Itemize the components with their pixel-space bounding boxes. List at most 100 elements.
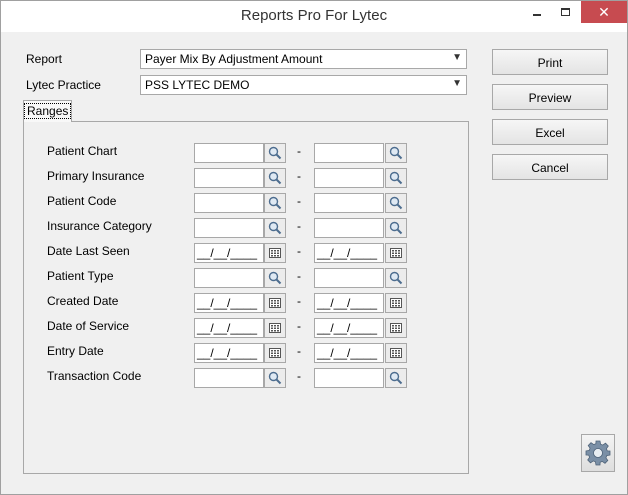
print-button[interactable]: Print xyxy=(492,49,608,75)
calendar-icon xyxy=(390,323,402,333)
range-to-insurance-category-lookup[interactable] xyxy=(385,218,407,238)
range-to-patient-chart[interactable] xyxy=(314,143,384,163)
range-from-primary-insurance-lookup[interactable] xyxy=(264,168,286,188)
search-icon xyxy=(389,196,403,210)
range-label-date-last-seen: Date Last Seen xyxy=(47,244,130,258)
range-to-date-of-service[interactable]: __/__/____ xyxy=(314,318,384,338)
range-label-insurance-category: Insurance Category xyxy=(47,219,152,233)
search-icon xyxy=(268,221,282,235)
maximize-button[interactable] xyxy=(550,1,580,23)
tab-ranges-label: Ranges xyxy=(24,103,72,119)
range-label-patient-code: Patient Code xyxy=(47,194,117,208)
cancel-button-label: Cancel xyxy=(531,161,569,175)
range-from-date-last-seen[interactable]: __/__/____ xyxy=(194,243,264,263)
range-to-patient-code[interactable] xyxy=(314,193,384,213)
range-to-transaction-code-lookup[interactable] xyxy=(385,368,407,388)
search-icon xyxy=(268,171,282,185)
calendar-icon xyxy=(390,248,402,258)
range-to-date-of-service-lookup[interactable] xyxy=(385,318,407,338)
range-label-patient-chart: Patient Chart xyxy=(47,144,118,158)
gear-icon xyxy=(585,440,611,466)
range-from-patient-chart-lookup[interactable] xyxy=(264,143,286,163)
range-from-patient-code[interactable] xyxy=(194,193,264,213)
range-to-primary-insurance-lookup[interactable] xyxy=(385,168,407,188)
settings-button[interactable] xyxy=(581,434,615,472)
excel-button[interactable]: Excel xyxy=(492,119,608,145)
range-label-date-of-service: Date of Service xyxy=(47,319,130,333)
range-to-date-last-seen[interactable]: __/__/____ xyxy=(314,243,384,263)
search-icon xyxy=(268,196,282,210)
report-select[interactable]: Payer Mix By Adjustment Amount ▼ xyxy=(140,49,467,69)
range-from-entry-date[interactable]: __/__/____ xyxy=(194,343,264,363)
maximize-icon xyxy=(560,8,570,16)
range-separator: - xyxy=(297,294,301,308)
practice-select-value: PSS LYTEC DEMO xyxy=(145,78,250,92)
search-icon xyxy=(268,146,282,160)
tab-ranges[interactable]: Ranges xyxy=(23,100,72,122)
minimize-button[interactable] xyxy=(522,1,552,23)
range-label-entry-date: Entry Date xyxy=(47,344,104,358)
excel-button-label: Excel xyxy=(535,126,565,140)
chevron-down-icon: ▼ xyxy=(452,52,462,63)
range-from-patient-chart[interactable] xyxy=(194,143,264,163)
range-separator: - xyxy=(297,269,301,283)
range-from-insurance-category-lookup[interactable] xyxy=(264,218,286,238)
report-select-value: Payer Mix By Adjustment Amount xyxy=(145,52,323,66)
range-to-created-date[interactable]: __/__/____ xyxy=(314,293,384,313)
title-bar[interactable]: Reports Pro For Lytec ✕ xyxy=(1,1,627,32)
range-from-patient-type-lookup[interactable] xyxy=(264,268,286,288)
range-from-transaction-code[interactable] xyxy=(194,368,264,388)
range-label-transaction-code: Transaction Code xyxy=(47,369,142,383)
cancel-button[interactable]: Cancel xyxy=(492,154,608,180)
range-separator: - xyxy=(297,244,301,258)
range-to-transaction-code[interactable] xyxy=(314,368,384,388)
range-from-date-of-service-lookup[interactable] xyxy=(264,318,286,338)
range-separator: - xyxy=(297,219,301,233)
range-to-primary-insurance[interactable] xyxy=(314,168,384,188)
range-to-date-last-seen-lookup[interactable] xyxy=(385,243,407,263)
calendar-icon xyxy=(269,348,281,358)
range-from-transaction-code-lookup[interactable] xyxy=(264,368,286,388)
range-separator: - xyxy=(297,344,301,358)
search-icon xyxy=(389,171,403,185)
range-to-entry-date[interactable]: __/__/____ xyxy=(314,343,384,363)
range-to-patient-type[interactable] xyxy=(314,268,384,288)
range-to-patient-chart-lookup[interactable] xyxy=(385,143,407,163)
minimize-icon xyxy=(533,14,541,16)
range-from-created-date[interactable]: __/__/____ xyxy=(194,293,264,313)
range-separator: - xyxy=(297,169,301,183)
range-separator: - xyxy=(297,144,301,158)
calendar-icon xyxy=(269,323,281,333)
range-separator: - xyxy=(297,194,301,208)
close-button[interactable]: ✕ xyxy=(581,1,627,23)
search-icon xyxy=(268,371,282,385)
range-separator: - xyxy=(297,369,301,383)
report-window: Reports Pro For Lytec ✕ Report Payer Mix… xyxy=(0,0,628,495)
calendar-icon xyxy=(390,348,402,358)
range-from-patient-type[interactable] xyxy=(194,268,264,288)
calendar-icon xyxy=(269,248,281,258)
preview-button-label: Preview xyxy=(528,91,572,105)
range-from-date-last-seen-lookup[interactable] xyxy=(264,243,286,263)
search-icon xyxy=(389,271,403,285)
range-from-entry-date-lookup[interactable] xyxy=(264,343,286,363)
range-label-primary-insurance: Primary Insurance xyxy=(47,169,145,183)
practice-select[interactable]: PSS LYTEC DEMO ▼ xyxy=(140,75,467,95)
preview-button[interactable]: Preview xyxy=(492,84,608,110)
range-from-insurance-category[interactable] xyxy=(194,218,264,238)
calendar-icon xyxy=(390,298,402,308)
range-to-patient-code-lookup[interactable] xyxy=(385,193,407,213)
range-to-patient-type-lookup[interactable] xyxy=(385,268,407,288)
calendar-icon xyxy=(269,298,281,308)
range-to-created-date-lookup[interactable] xyxy=(385,293,407,313)
range-from-created-date-lookup[interactable] xyxy=(264,293,286,313)
range-label-created-date: Created Date xyxy=(47,294,119,308)
search-icon xyxy=(389,221,403,235)
range-from-patient-code-lookup[interactable] xyxy=(264,193,286,213)
search-icon xyxy=(389,371,403,385)
range-from-date-of-service[interactable]: __/__/____ xyxy=(194,318,264,338)
range-to-insurance-category[interactable] xyxy=(314,218,384,238)
range-from-primary-insurance[interactable] xyxy=(194,168,264,188)
chevron-down-icon: ▼ xyxy=(452,78,462,89)
range-to-entry-date-lookup[interactable] xyxy=(385,343,407,363)
